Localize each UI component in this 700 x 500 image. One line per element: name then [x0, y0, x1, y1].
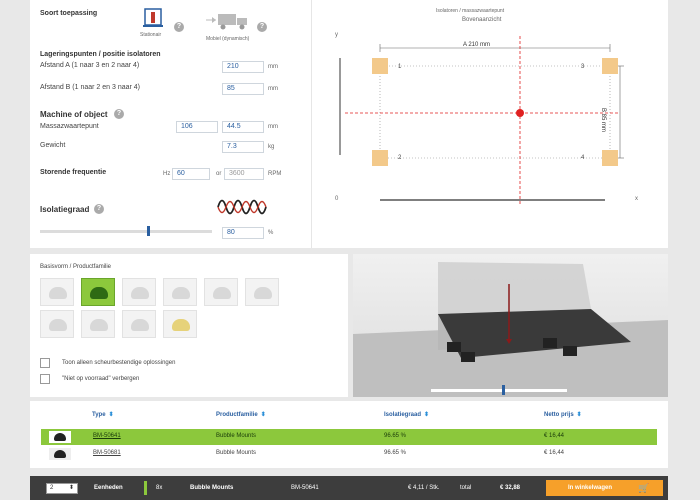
mounting-type-label: Soort toepassing: [40, 10, 98, 17]
mobile-help-icon[interactable]: ?: [257, 22, 267, 32]
product-thumb[interactable]: [122, 310, 156, 338]
column-header-family[interactable]: Productfamilie ⬍: [216, 411, 266, 418]
product-thumbnail-icon: [49, 431, 71, 443]
hide-out-of-stock-checkbox[interactable]: [40, 374, 50, 384]
machine-title: Machine of object: [40, 110, 108, 119]
weight-label: Gewicht: [40, 142, 66, 149]
footer-type: BM-50641: [291, 485, 319, 491]
or-label: or: [216, 171, 222, 177]
isolation-slider-handle[interactable]: [146, 226, 150, 236]
corner-label-4: 4: [581, 155, 585, 161]
add-to-cart-button[interactable]: In winkelwagen 🛒: [546, 480, 663, 496]
row-type-link[interactable]: BM-50681: [93, 450, 121, 456]
product-thumb[interactable]: [245, 278, 279, 306]
isolation-unit: %: [268, 230, 274, 236]
unit-price: € 4,11 / Stk.: [408, 485, 440, 491]
frequency-label: Storende frequentie: [40, 169, 107, 176]
mounting-help-icon[interactable]: ?: [174, 22, 184, 32]
product-family-title: Basisvorm / Productfamilie: [40, 264, 112, 270]
total-label: total: [460, 485, 472, 491]
product-thumb[interactable]: [204, 278, 238, 306]
row-isolation: 96.65 %: [384, 450, 407, 456]
distance-a-label: Afstand A (1 naar 3 en 2 naar 4): [40, 62, 140, 69]
product-thumb[interactable]: [163, 310, 197, 338]
product-thumb-selected[interactable]: [81, 278, 115, 306]
row-type-link[interactable]: BM-50641: [93, 433, 121, 439]
machine-help-icon[interactable]: ?: [114, 109, 124, 119]
mobile-label: Mobiel (dynamisch): [206, 36, 250, 42]
sort-icon[interactable]: ⬍: [109, 412, 114, 418]
row-price: € 16,44: [544, 433, 565, 439]
stationary-icon[interactable]: [142, 8, 164, 30]
product-thumb[interactable]: [163, 278, 197, 306]
column-header-isolation[interactable]: Isolatiegraad ⬍: [384, 411, 429, 418]
mobile-truck-icon[interactable]: [206, 12, 252, 32]
tear-resistant-label: Toon alleen scheurbestendige oplossingen: [62, 360, 176, 366]
panel-divider: [311, 0, 312, 248]
column-header-type[interactable]: Type ⬍: [92, 411, 114, 418]
com-unit: mm: [268, 124, 278, 130]
stationary-label: Stationair: [140, 32, 162, 38]
center-of-mass-label: Massazwaartepunt: [40, 123, 99, 130]
table-row-selected[interactable]: BM-50641 Bubble Mounts 96.65 % € 16,44: [41, 429, 657, 445]
isolation-input[interactable]: 80: [222, 227, 264, 239]
3d-viewer[interactable]: [353, 254, 668, 397]
hz-unit: Hz: [163, 171, 171, 177]
config-panel: Soort toepassing Stationair ? Mobiel (dy…: [30, 0, 668, 248]
sort-icon[interactable]: ⬍: [577, 412, 582, 418]
com-x-input[interactable]: 106: [176, 121, 218, 133]
distance-b-unit: mm: [268, 86, 278, 92]
3d-scene: [353, 262, 668, 397]
weight-input[interactable]: 7.3: [222, 141, 264, 153]
row-isolation: 96.65 %: [384, 433, 407, 439]
corner-label-1: 1: [398, 64, 402, 70]
product-thumb[interactable]: [81, 310, 115, 338]
total-value: € 32,88: [500, 485, 521, 491]
tear-resistant-checkbox[interactable]: [40, 358, 50, 368]
chevron-down-icon: ⬍: [68, 485, 74, 491]
sort-icon[interactable]: ⬍: [424, 412, 429, 418]
product-thumb[interactable]: [40, 278, 74, 306]
wave-icon: [216, 192, 268, 222]
distance-b-label: Afstand B (1 naar 2 en 3 naar 4): [40, 84, 141, 91]
footer-bar: 2 ⬍ Eenheden 8x Bubble Mounts BM-50641 €…: [30, 476, 668, 500]
hide-out-of-stock-label: "Niet op voorraad" verbergen: [62, 376, 140, 382]
com-y-input[interactable]: 44.5: [222, 121, 264, 133]
product-thumbnail-icon: [49, 448, 71, 460]
distance-a-input[interactable]: 210: [222, 61, 264, 73]
accent-marker: [144, 481, 147, 495]
corner-label-2: 2: [398, 155, 402, 161]
rpm-input[interactable]: 3600: [224, 168, 264, 180]
viewer-slider-handle[interactable]: [501, 385, 505, 395]
product-thumb[interactable]: [40, 310, 74, 338]
distance-b-input[interactable]: 85: [222, 83, 264, 95]
quantity-select[interactable]: 2 ⬍: [46, 483, 78, 494]
distance-a-unit: mm: [268, 64, 278, 70]
product-thumb[interactable]: [122, 278, 156, 306]
row-family: Bubble Mounts: [216, 450, 257, 456]
product-panel: Basisvorm / Productfamilie Toon alleen s…: [30, 254, 348, 397]
table-row[interactable]: BM-50681 Bubble Mounts 96.65 % € 16,44: [41, 446, 657, 462]
footer-family: Bubble Mounts: [190, 485, 234, 491]
weight-unit: kg: [268, 144, 275, 150]
viewer-slider[interactable]: [431, 389, 567, 392]
rpm-unit: RPM: [268, 171, 282, 177]
multiplier: 8x: [156, 485, 163, 491]
row-price: € 16,44: [544, 450, 565, 456]
top-view-diagram: [339, 36, 624, 205]
sort-icon[interactable]: ⬍: [261, 412, 266, 418]
hz-input[interactable]: 60: [172, 168, 210, 180]
column-header-price[interactable]: Netto prijs ⬍: [544, 411, 582, 418]
bearing-points-title: Lageringspunten / positie isolatoren: [40, 51, 161, 58]
cart-icon: 🛒: [638, 483, 650, 493]
units-label: Eenheden: [94, 485, 123, 491]
row-family: Bubble Mounts: [216, 433, 257, 439]
isolation-help-icon[interactable]: ?: [94, 204, 104, 214]
isolation-slider[interactable]: [40, 230, 212, 233]
corner-label-3: 3: [581, 64, 585, 70]
isolation-label: Isolatiegraad: [40, 205, 90, 214]
